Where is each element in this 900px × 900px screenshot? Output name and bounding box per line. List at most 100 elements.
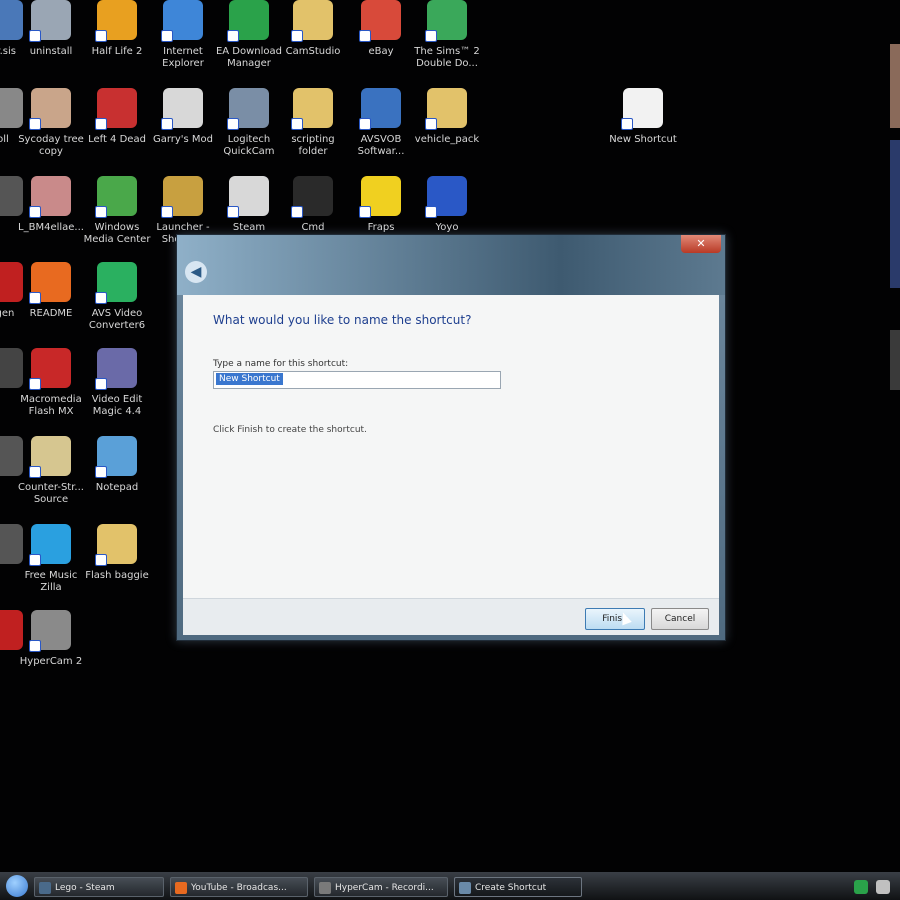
desktop-icon-label: Cmd [301, 222, 325, 233]
desktop-icon[interactable]: Counter-Str... Source [14, 436, 88, 520]
tray-icon[interactable] [876, 880, 890, 894]
desktop-icon-label: Logitech QuickCam [223, 134, 275, 157]
shortcut-icon [291, 0, 333, 42]
shortcut-icon [161, 0, 203, 42]
desktop-icon-label: HyperCam 2 [19, 656, 83, 667]
shortcut-icon [29, 524, 71, 566]
desktop-icon-label: scripting folder [291, 134, 335, 157]
desktop-icon-label: Flash baggie [85, 570, 149, 581]
shortcut-icon [161, 176, 203, 218]
desktop-icon[interactable]: eBay [344, 0, 418, 84]
desktop-icon[interactable]: Garry's Mod [146, 88, 220, 172]
tray-icon[interactable] [854, 880, 868, 894]
taskbar-app-icon [175, 882, 187, 894]
desktop-icon[interactable]: CamStudio [276, 0, 350, 84]
desktop-icon-label: Internet Explorer [162, 46, 204, 69]
desktop-icon[interactable]: Notepad [80, 436, 154, 520]
desktop-icon[interactable]: Logitech QuickCam [212, 88, 286, 172]
shortcut-icon [425, 0, 467, 42]
desktop-icon[interactable]: AVSVOB Softwar... [344, 88, 418, 172]
desktop-icon-label: README [29, 308, 73, 319]
shortcut-icon [29, 436, 71, 478]
shortcut-icon [29, 0, 71, 42]
taskbar-app-icon [459, 882, 471, 894]
desktop-icon[interactable]: Macromedia Flash MX [14, 348, 88, 432]
desktop-icon-label: Steam [232, 222, 266, 233]
desktop-icon-label: Counter-Str... Source [18, 482, 84, 505]
desktop-icon-label: eBay [368, 46, 394, 57]
taskbar-button-label: Create Shortcut [475, 883, 547, 893]
shortcut-icon [161, 88, 203, 130]
taskbar-button[interactable]: Create Shortcut [454, 877, 582, 897]
offscreen-window-edge [890, 330, 900, 390]
desktop-icon-label: Macromedia Flash MX [20, 394, 82, 417]
desktop-icon-label: L_BM4ellae... [18, 222, 84, 233]
desktop-icon[interactable]: Sycoday tree copy [14, 88, 88, 172]
desktop-icon-label: Garry's Mod [152, 134, 214, 145]
desktop-icon[interactable]: scripting folder [276, 88, 350, 172]
dialog-titlebar[interactable]: ◀ ✕ [177, 235, 725, 295]
start-button[interactable] [6, 875, 28, 897]
taskbar-button[interactable]: Lego - Steam [34, 877, 164, 897]
shortcut-name-selected-text: New Shortcut [216, 373, 283, 385]
desktop-icon[interactable]: EA Download Manager [212, 0, 286, 84]
create-shortcut-dialog: ◀ ✕ What would you like to name the shor… [176, 234, 726, 641]
shortcut-icon [95, 262, 137, 304]
offscreen-window-edge [890, 140, 900, 288]
shortcut-name-label: Type a name for this shortcut: [213, 359, 349, 369]
desktop-icon[interactable]: L_BM4ellae... [14, 176, 88, 260]
desktop-icon-label: New Shortcut [609, 134, 677, 145]
shortcut-icon [29, 88, 71, 130]
taskbar-button-label: Lego - Steam [55, 883, 115, 893]
shortcut-icon [359, 0, 401, 42]
desktop-icon[interactable]: New Shortcut [606, 88, 680, 172]
desktop-icon-label: Half Life 2 [91, 46, 143, 57]
desktop-icon-label: AVS Video Converter6 [88, 308, 146, 331]
shortcut-icon [359, 88, 401, 130]
desktop-icon[interactable]: AVS Video Converter6 [80, 262, 154, 346]
shortcut-icon [29, 176, 71, 218]
shortcut-icon [425, 88, 467, 130]
desktop-icon-label: Video Edit Magic 4.4 [91, 394, 143, 417]
finish-button[interactable]: Finish [585, 608, 645, 630]
desktop-icon[interactable]: HyperCam 2 [14, 610, 88, 694]
shortcut-icon [29, 348, 71, 390]
desktop-icon[interactable]: Video Edit Magic 4.4 [80, 348, 154, 432]
dialog-footer: Finish Cancel [183, 598, 719, 635]
desktop-icon-label: Left 4 Dead [88, 134, 146, 145]
desktop-icon[interactable]: vehicle_pack [410, 88, 484, 172]
dialog-heading: What would you like to name the shortcut… [213, 313, 472, 327]
taskbar-button[interactable]: HyperCam - Recordi... [314, 877, 448, 897]
finish-hint: Click Finish to create the shortcut. [213, 425, 367, 435]
cancel-button[interactable]: Cancel [651, 608, 709, 630]
desktop-icon[interactable]: Flash baggie [80, 524, 154, 608]
taskbar-button[interactable]: YouTube - Broadcas... [170, 877, 308, 897]
desktop-icon[interactable]: Windows Media Center [80, 176, 154, 260]
shortcut-icon [425, 176, 467, 218]
desktop-icon[interactable]: Internet Explorer [146, 0, 220, 84]
desktop-icon[interactable]: README [14, 262, 88, 346]
close-button[interactable]: ✕ [681, 235, 721, 253]
shortcut-icon [359, 176, 401, 218]
desktop-icon-label: vehicle_pack [414, 134, 480, 145]
shortcut-icon [621, 88, 663, 130]
desktop-icon-label: Sycoday tree copy [18, 134, 84, 157]
shortcut-icon [95, 0, 137, 42]
back-button[interactable]: ◀ [185, 261, 207, 283]
taskbar-button-label: HyperCam - Recordi... [335, 883, 434, 893]
desktop-icon-label: AVSVOB Softwar... [357, 134, 405, 157]
desktop-icon-label: Notepad [95, 482, 139, 493]
taskbar-app-icon [39, 882, 51, 894]
desktop-icon[interactable]: The Sims™ 2 Double Do... [410, 0, 484, 84]
shortcut-icon [29, 610, 71, 652]
desktop-icon[interactable]: Half Life 2 [80, 0, 154, 84]
desktop-icon-label: Free Music Zilla [24, 570, 78, 593]
taskbar-button-label: YouTube - Broadcas... [191, 883, 287, 893]
desktop-icon[interactable]: Left 4 Dead [80, 88, 154, 172]
desktop-icon-label: uninstall [29, 46, 73, 57]
dialog-content: What would you like to name the shortcut… [183, 295, 719, 598]
shortcut-icon [95, 88, 137, 130]
shortcut-icon [227, 0, 269, 42]
desktop-icon[interactable]: Free Music Zilla [14, 524, 88, 608]
desktop-icon[interactable]: uninstall [14, 0, 88, 84]
